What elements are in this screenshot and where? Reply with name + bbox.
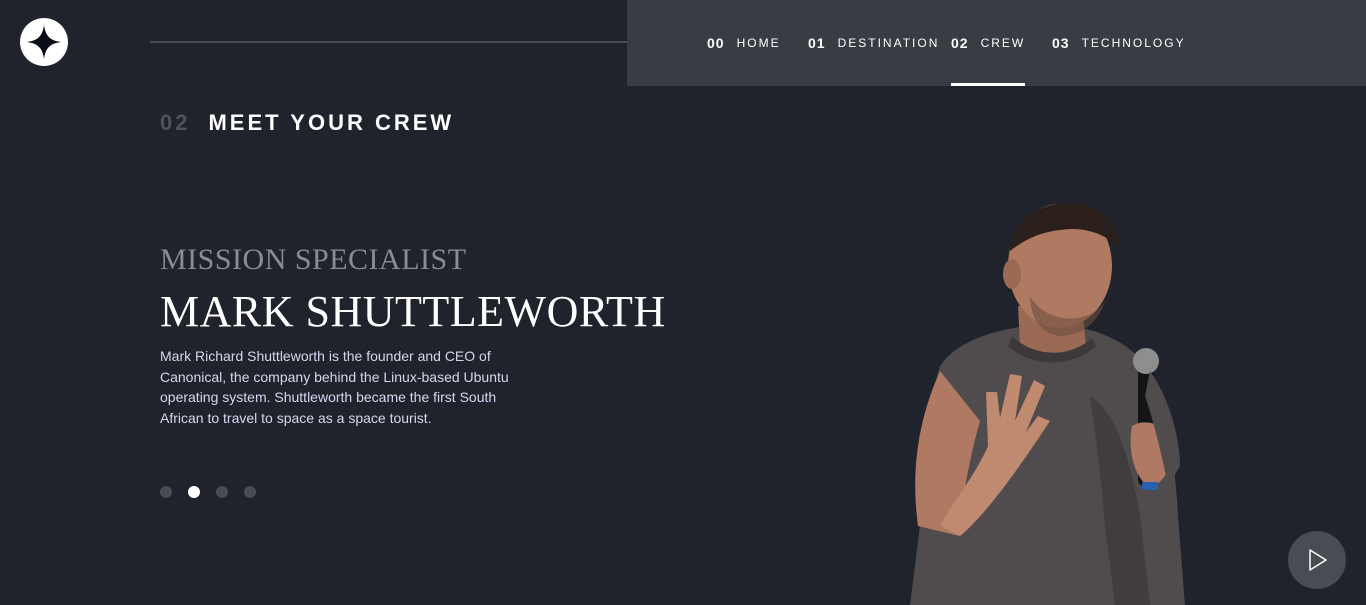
- nav-item-label: CREW: [980, 36, 1026, 50]
- page-title-number: 02: [160, 110, 191, 135]
- primary-nav: 00 HOME 01 DESTINATION 02 CREW 03 TECHNO…: [627, 0, 1366, 86]
- play-button[interactable]: [1288, 531, 1346, 589]
- nav-item-number: 01: [808, 35, 826, 51]
- nav-item-number: 03: [1052, 35, 1070, 51]
- pagination-dot[interactable]: [216, 486, 228, 498]
- nav-item-label: DESTINATION: [837, 36, 940, 50]
- nav-item-label: TECHNOLOGY: [1081, 36, 1186, 50]
- pagination-dot-active[interactable]: [188, 486, 200, 498]
- pagination-dot[interactable]: [160, 486, 172, 498]
- nav-item-label: HOME: [736, 36, 781, 50]
- nav-item-number: 02: [951, 35, 969, 51]
- star-logo-icon[interactable]: [20, 18, 68, 66]
- star-logo-shape: [27, 25, 61, 59]
- crew-name: MARK SHUTTLEWORTH: [160, 287, 666, 336]
- nav-item-technology[interactable]: 03 TECHNOLOGY: [1052, 0, 1186, 86]
- page-title-text: MEET YOUR CREW: [208, 110, 455, 135]
- nav-item-crew[interactable]: 02 CREW: [951, 0, 1026, 86]
- crew-bio: Mark Richard Shuttleworth is the founder…: [160, 348, 509, 426]
- crew-pagination: [160, 486, 256, 498]
- crew-photo: [910, 203, 1185, 605]
- crew-role: MISSION SPECIALIST: [160, 243, 467, 276]
- play-icon: [1309, 549, 1327, 571]
- nav-item-number: 00: [707, 35, 725, 51]
- pagination-dot[interactable]: [244, 486, 256, 498]
- header-divider: [150, 41, 661, 43]
- page-title: 02 MEET YOUR CREW: [160, 110, 454, 136]
- crew-page: 00 HOME 01 DESTINATION 02 CREW 03 TECHNO…: [0, 0, 1366, 605]
- nav-item-home[interactable]: 00 HOME: [707, 0, 781, 86]
- nav-item-destination[interactable]: 01 DESTINATION: [808, 0, 939, 86]
